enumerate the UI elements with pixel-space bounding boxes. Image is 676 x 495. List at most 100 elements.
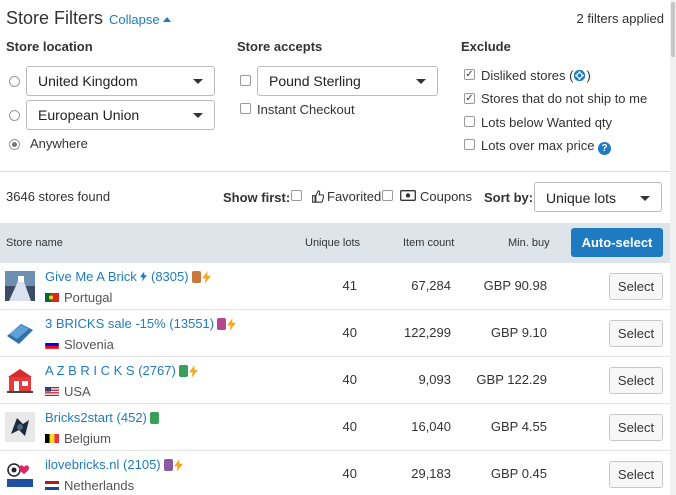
exclude-title: Exclude <box>461 39 511 54</box>
store-rating: (2105) <box>123 457 161 472</box>
store-country: Netherlands <box>45 478 134 493</box>
dropdown-arrow-icon <box>416 79 426 84</box>
disliked-stores-suffix: ) <box>586 68 591 83</box>
item-count-value: 29,183 <box>411 466 451 481</box>
bolt-icon <box>140 271 148 282</box>
table-row: 3 BRICKS sale -15% (13551) Slovenia 40 1… <box>0 310 670 357</box>
select-store-button[interactable]: Select <box>609 273 663 300</box>
over-max-price-checkbox[interactable] <box>464 139 475 150</box>
auto-select-button[interactable]: Auto-select <box>571 228 663 257</box>
unique-lots-value: 40 <box>342 372 357 387</box>
below-wanted-label[interactable]: Lots below Wanted qty <box>481 115 612 130</box>
select-store-button[interactable]: Select <box>609 414 663 441</box>
disliked-stores-checkbox[interactable]: ✓ <box>464 69 475 80</box>
store-name: Bricks2start <box>45 410 113 425</box>
store-logo[interactable] <box>5 271 35 301</box>
gear-icon[interactable] <box>573 69 586 82</box>
not-ship-checkbox[interactable]: ✓ <box>464 93 475 104</box>
table-row: ilovebricks.nl (2105) Netherlands 40 29,… <box>0 451 670 495</box>
help-icon[interactable]: ? <box>598 142 612 155</box>
store-logo[interactable] <box>5 318 35 348</box>
item-count-value: 122,299 <box>404 325 451 340</box>
store-logo[interactable] <box>5 365 35 395</box>
collapse-link[interactable]: Collapse <box>109 12 171 27</box>
not-ship-label[interactable]: Stores that do not ship to me <box>481 91 647 106</box>
instant-checkout-bolt-icon <box>173 459 183 472</box>
store-rating: (452) <box>116 410 147 425</box>
collapse-label[interactable]: Collapse <box>109 12 160 27</box>
item-count-value: 9,093 <box>418 372 451 387</box>
store-badge-icon <box>217 318 227 330</box>
instant-checkout-label[interactable]: Instant Checkout <box>257 102 355 117</box>
col-item-count[interactable]: Item count <box>403 237 454 249</box>
european-union-select[interactable]: European Union <box>26 100 215 130</box>
dropdown-arrow-icon <box>640 196 650 201</box>
coupons-checkbox[interactable] <box>382 190 393 201</box>
european-union-value: European Union <box>38 107 140 123</box>
page-title: Store Filters <box>6 8 104 28</box>
coupons-label[interactable]: Coupons <box>420 189 472 204</box>
unique-lots-value: 40 <box>342 419 357 434</box>
store-badge-icon <box>163 459 173 471</box>
store-country: Portugal <box>45 290 112 305</box>
thumbs-up-icon <box>312 190 324 203</box>
store-name-link[interactable]: Give Me A Brick (8305) <box>45 269 211 286</box>
store-name-link[interactable]: A Z B R I C K S (2767) <box>45 363 198 380</box>
stores-found-count: 3646 stores found <box>6 189 111 204</box>
unique-lots-value: 41 <box>342 278 357 293</box>
col-unique-lots[interactable]: Unique lots <box>305 237 360 249</box>
page-scrollbar[interactable] <box>670 0 676 495</box>
min-buy-value: GBP 122.29 <box>476 372 547 387</box>
country-name: Slovenia <box>64 337 114 352</box>
flag-netherlands-icon <box>45 481 59 490</box>
united-kingdom-select[interactable]: United Kingdom <box>26 66 215 96</box>
store-logo[interactable] <box>5 412 35 442</box>
sort-select[interactable]: Unique lots <box>534 182 662 212</box>
country-name: Netherlands <box>64 478 135 493</box>
item-count-value: 16,040 <box>411 419 451 434</box>
disliked-stores-label[interactable]: Disliked stores () <box>481 68 591 83</box>
dropdown-arrow-icon <box>193 79 203 84</box>
below-wanted-checkbox[interactable] <box>464 116 475 127</box>
radio-anywhere[interactable] <box>9 139 20 150</box>
over-max-price-label[interactable]: Lots over max price ? <box>481 138 612 155</box>
instant-checkout-bolt-icon <box>201 271 211 284</box>
store-accepts-title: Store accepts <box>237 39 323 54</box>
radio-united-kingdom[interactable] <box>9 76 20 87</box>
country-name: Belgium <box>64 431 111 446</box>
instant-checkout-bolt-icon <box>188 365 198 378</box>
item-count-value: 67,284 <box>411 278 451 293</box>
country-name: USA <box>64 384 91 399</box>
table-row: A Z B R I C K S (2767) USA 40 9,093 GBP … <box>0 357 670 404</box>
section-divider <box>0 171 670 172</box>
flag-belgium-icon <box>45 434 59 443</box>
col-store-name[interactable]: Store name <box>6 237 63 249</box>
currency-value: Pound Sterling <box>269 73 361 89</box>
store-name: 3 BRICKS sale -15% <box>45 316 166 331</box>
store-name-link[interactable]: ilovebricks.nl (2105) <box>45 457 183 474</box>
pound-sterling-checkbox[interactable] <box>240 75 251 86</box>
select-store-button[interactable]: Select <box>609 320 663 347</box>
store-country: Slovenia <box>45 337 114 352</box>
select-store-button[interactable]: Select <box>609 461 663 488</box>
select-store-button[interactable]: Select <box>609 367 663 394</box>
scrollbar-thumb[interactable] <box>671 2 675 57</box>
store-name-link[interactable]: Bricks2start (452) <box>45 410 160 427</box>
store-badge-icon <box>191 271 201 283</box>
currency-select[interactable]: Pound Sterling <box>257 66 438 96</box>
favorited-label[interactable]: Favorited <box>327 189 381 204</box>
filters-header: Store Filters Collapse 2 filters applied <box>6 6 664 32</box>
store-badge-icon <box>149 412 159 424</box>
anywhere-label[interactable]: Anywhere <box>30 136 88 151</box>
col-min-buy[interactable]: Min. buy <box>508 237 550 249</box>
instant-checkout-checkbox[interactable] <box>240 103 251 114</box>
min-buy-value: GBP 90.98 <box>483 278 547 293</box>
caret-up-icon <box>162 17 171 22</box>
store-badge-icon <box>178 365 188 377</box>
radio-european-union[interactable] <box>9 110 20 121</box>
favorited-checkbox[interactable] <box>291 190 302 201</box>
store-name-link[interactable]: 3 BRICKS sale -15% (13551) <box>45 316 237 333</box>
sort-by-label: Sort by: <box>484 190 534 205</box>
store-logo[interactable] <box>5 459 35 489</box>
table-row: Give Me A Brick (8305) Portugal 41 67,28… <box>0 263 670 310</box>
